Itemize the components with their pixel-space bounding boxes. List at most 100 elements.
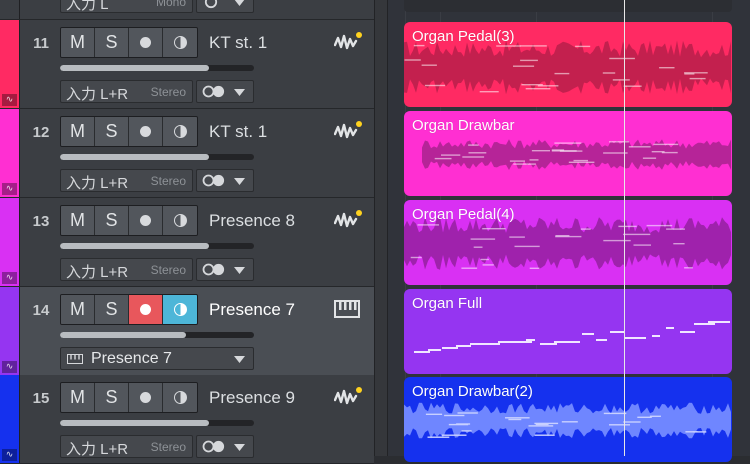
input-routing-dropdown[interactable]: 入力 L Mono	[60, 0, 193, 13]
audio-wave-icon	[333, 121, 362, 142]
monitor-button[interactable]	[163, 295, 197, 324]
input-label: 入力 L+R	[66, 264, 129, 281]
track-name[interactable]: Presence 9	[209, 388, 295, 408]
monitor-half-circle-icon	[173, 391, 187, 404]
clip-partial[interactable]	[404, 0, 732, 12]
input-label: 入力 L	[66, 0, 109, 13]
input-label: 入力 L+R	[66, 175, 129, 192]
track-row-partial[interactable]: 入力 L Mono	[0, 0, 374, 20]
keyboard-icon	[67, 354, 83, 364]
panel-divider[interactable]	[374, 0, 388, 456]
daw-arrange-window: 入力 L Mono ∿ 11 M S KT st. 1 入力 L+R Stereo Organ P…	[0, 0, 750, 464]
clip[interactable]: Organ Full	[404, 289, 732, 374]
monitor-toggle-dropdown[interactable]	[196, 258, 254, 281]
monitor-toggle-dropdown[interactable]	[196, 169, 254, 192]
track-name[interactable]: Presence 7	[209, 300, 295, 320]
status-dot	[356, 121, 362, 127]
solo-button[interactable]: S	[95, 28, 129, 57]
track-color-strip[interactable]	[0, 0, 20, 19]
record-arm-button[interactable]	[129, 117, 163, 146]
track-buttons: MS	[60, 294, 198, 325]
monitor-half-circle-icon	[173, 36, 187, 49]
clip-name: Organ Drawbar(2)	[412, 383, 533, 400]
chevron-down-icon	[234, 267, 245, 274]
track-number: 11	[33, 35, 49, 52]
toggle-icon	[202, 85, 225, 98]
track-name[interactable]: Presence 8	[209, 211, 295, 231]
input-mode-label: Stereo	[150, 174, 186, 188]
record-arm-button[interactable]	[129, 383, 163, 412]
monitor-button[interactable]	[163, 206, 197, 235]
monitor-toggle-dropdown[interactable]	[196, 435, 254, 458]
volume-fader[interactable]	[60, 420, 254, 426]
input-routing-dropdown[interactable]: 入力 L+R Stereo	[60, 258, 193, 281]
track-color-strip[interactable]: ∿	[0, 198, 20, 286]
mute-button[interactable]: M	[61, 117, 95, 146]
solo-button[interactable]: S	[95, 117, 129, 146]
clip[interactable]: Organ Pedal(4)	[404, 200, 732, 285]
input-mode-label: Stereo	[150, 440, 186, 454]
track-color-strip[interactable]: ∿	[0, 20, 20, 108]
monitor-half-circle-icon	[173, 303, 187, 316]
track-row[interactable]: ∿ 13 M S Presence 8 入力 L+R Stereo	[0, 198, 374, 287]
volume-fader[interactable]	[60, 243, 254, 249]
keyboard-icon	[334, 300, 362, 320]
mute-button[interactable]: M	[61, 28, 95, 57]
input-routing-dropdown[interactable]: 入力 L+R Stereo	[60, 435, 193, 458]
input-routing-dropdown[interactable]: 入力 L+R Stereo	[60, 80, 193, 103]
automation-icon[interactable]: ∿	[2, 183, 17, 195]
track-name[interactable]: KT st. 1	[209, 122, 267, 142]
audio-wave-icon	[333, 210, 362, 231]
track-row[interactable]: ∿ 12 M S KT st. 1 入力 L+R Stereo	[0, 109, 374, 198]
status-dot	[356, 210, 362, 216]
record-arm-button[interactable]	[129, 295, 163, 324]
monitor-toggle-dropdown[interactable]	[196, 0, 254, 13]
clip-name: Organ Pedal(3)	[412, 28, 515, 45]
instrument-dropdown[interactable]: Presence 7	[60, 347, 254, 370]
mute-button[interactable]: M	[61, 206, 95, 235]
solo-button[interactable]: S	[95, 295, 129, 324]
volume-fader[interactable]	[60, 154, 254, 160]
track-number: 15	[32, 390, 50, 407]
toggle-icon	[202, 174, 225, 187]
volume-fader[interactable]	[60, 332, 254, 338]
toggle-icon	[202, 263, 225, 276]
monitor-button[interactable]	[163, 117, 197, 146]
solo-button[interactable]: S	[95, 383, 129, 412]
clip-name: Organ Pedal(4)	[412, 206, 515, 223]
clip[interactable]: Organ Drawbar	[404, 111, 732, 196]
input-mode-label: Mono	[155, 0, 186, 9]
record-arm-button[interactable]	[129, 28, 163, 57]
track-buttons: MS	[60, 27, 198, 58]
record-dot-icon	[140, 126, 151, 137]
monitor-half-circle-icon	[173, 125, 187, 138]
automation-icon[interactable]: ∿	[2, 449, 17, 461]
mute-button[interactable]: M	[61, 295, 95, 324]
track-number: 14	[32, 302, 50, 319]
monitor-toggle-dropdown[interactable]	[196, 80, 254, 103]
volume-fader[interactable]	[60, 65, 254, 71]
record-dot-icon	[140, 215, 151, 226]
playhead[interactable]	[624, 0, 625, 456]
solo-button[interactable]: S	[95, 206, 129, 235]
mute-button[interactable]: M	[61, 383, 95, 412]
track-row[interactable]: ∿ 15 M S Presence 9 入力 L+R Stereo	[0, 375, 374, 464]
track-row[interactable]: ∿ 14 M S Presence 7 Presence 7	[0, 287, 374, 376]
clip[interactable]: Organ Drawbar(2)	[404, 377, 732, 462]
track-color-strip[interactable]: ∿	[0, 109, 20, 197]
track-color-strip[interactable]: ∿	[0, 375, 20, 463]
automation-icon[interactable]: ∿	[2, 94, 17, 106]
monitor-button[interactable]	[163, 28, 197, 57]
chevron-down-icon	[234, 89, 245, 96]
automation-icon[interactable]: ∿	[2, 272, 17, 284]
clip[interactable]: Organ Pedal(3)	[404, 22, 732, 107]
automation-icon[interactable]: ∿	[2, 361, 17, 373]
record-arm-button[interactable]	[129, 206, 163, 235]
input-routing-dropdown[interactable]: 入力 L+R Stereo	[60, 169, 193, 192]
track-name[interactable]: KT st. 1	[209, 33, 267, 53]
volume-fader-fill	[60, 65, 210, 71]
monitor-button[interactable]	[163, 383, 197, 412]
track-row[interactable]: ∿ 11 M S KT st. 1 入力 L+R Stereo	[0, 20, 374, 109]
track-color-strip[interactable]: ∿	[0, 287, 20, 375]
status-dot	[356, 32, 362, 38]
